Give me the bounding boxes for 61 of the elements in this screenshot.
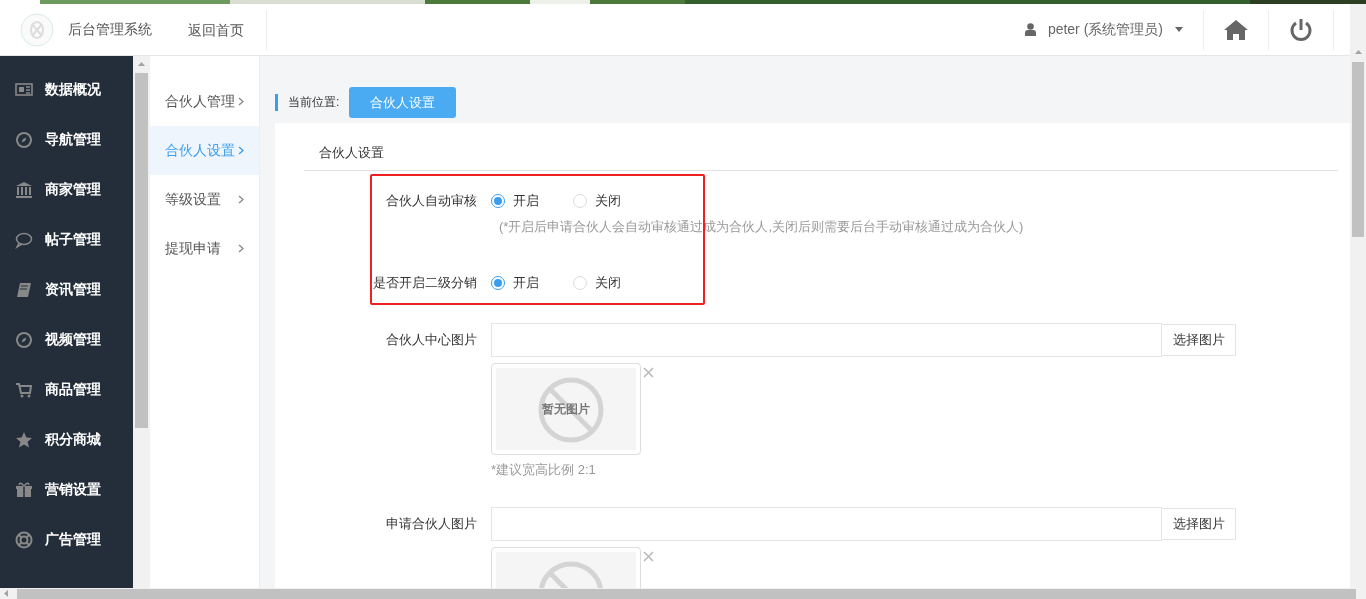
sidebar-item[interactable]: 导航管理 — [0, 115, 133, 165]
radio-option[interactable]: 开启 — [491, 192, 539, 210]
radio-button[interactable] — [491, 194, 505, 208]
speech-bubble-icon — [15, 231, 33, 249]
newspaper-icon — [15, 81, 33, 99]
close-icon[interactable] — [643, 367, 654, 378]
bank-icon — [15, 181, 33, 199]
sidebar-item[interactable]: 帖子管理 — [0, 215, 133, 265]
field-label: 合伙人自动审核 — [385, 192, 478, 210]
note-text: *建议宽高比例 2:1 — [491, 461, 597, 479]
caret-icon — [1175, 27, 1183, 32]
hint-text: (*开启后申请合伙人会自动审核通过成为合伙人,关闭后则需要后台手动审核通过成为合伙人) — [499, 218, 1024, 236]
radio-option[interactable]: 开启 — [491, 274, 539, 292]
sidebar-item[interactable]: 营销设置 — [0, 465, 133, 515]
sidebar-item[interactable]: 商家管理 — [0, 165, 133, 215]
book-icon — [15, 281, 33, 299]
cart-icon — [15, 381, 33, 399]
choose-image-button[interactable]: 选择图片 — [1162, 508, 1236, 540]
field-label: 合伙人中心图片 — [385, 332, 478, 349]
field-label: 是否开启二级分销 — [372, 274, 478, 292]
gift-icon — [15, 481, 33, 499]
chevron-right-icon — [238, 97, 244, 106]
submenu-item[interactable]: 等级设置 — [150, 175, 259, 224]
compass-icon — [15, 331, 33, 349]
app-title: 后台管理系统 — [68, 20, 152, 39]
close-icon[interactable] — [643, 551, 654, 562]
chevron-right-icon — [238, 146, 244, 155]
field-label: 申请合伙人图片 — [385, 516, 478, 533]
image-url-field[interactable] — [491, 323, 1162, 357]
home-icon[interactable] — [1224, 19, 1248, 40]
scroll-left-icon[interactable] — [4, 590, 8, 597]
logo-icon — [20, 12, 54, 47]
radio-option[interactable]: 关闭 — [573, 192, 621, 210]
scrollbar-thumb[interactable] — [17, 588, 1356, 599]
submenu-item[interactable]: 合伙人管理 — [150, 77, 259, 126]
image-url-field[interactable] — [491, 507, 1162, 541]
section-title: 合伙人设置 — [304, 123, 1338, 171]
compass-icon — [15, 131, 33, 149]
scrollbar-thumb[interactable] — [135, 73, 148, 428]
sidebar-item[interactable]: 数据概况 — [0, 65, 133, 115]
breadcrumb-label: 当前位置: — [288, 94, 340, 111]
home-link[interactable]: 返回首页 — [188, 9, 267, 50]
sidebar-item[interactable]: 积分商城 — [0, 415, 133, 465]
chevron-right-icon — [238, 244, 244, 253]
submenu-item[interactable]: 提现申请 — [150, 224, 259, 273]
radio-button[interactable] — [491, 276, 505, 290]
sidebar-item[interactable]: 视频管理 — [0, 315, 133, 365]
star-icon — [15, 431, 33, 449]
chevron-right-icon — [238, 195, 244, 204]
no-image-icon — [538, 377, 604, 443]
no-image-text: 暂无图片 — [542, 400, 590, 418]
lifebuoy-icon — [15, 531, 33, 549]
power-icon[interactable] — [1289, 17, 1313, 42]
radio-option[interactable]: 关闭 — [573, 274, 621, 292]
sidebar-item[interactable]: 商品管理 — [0, 365, 133, 415]
user-menu[interactable]: peter (系统管理员) — [1024, 9, 1204, 50]
scrollbar-thumb[interactable] — [1352, 62, 1364, 237]
sidebar-item[interactable]: 广告管理 — [0, 515, 133, 565]
user-icon — [1024, 23, 1036, 36]
choose-image-button[interactable]: 选择图片 — [1162, 324, 1236, 356]
sidebar-item[interactable]: 资讯管理 — [0, 265, 133, 315]
